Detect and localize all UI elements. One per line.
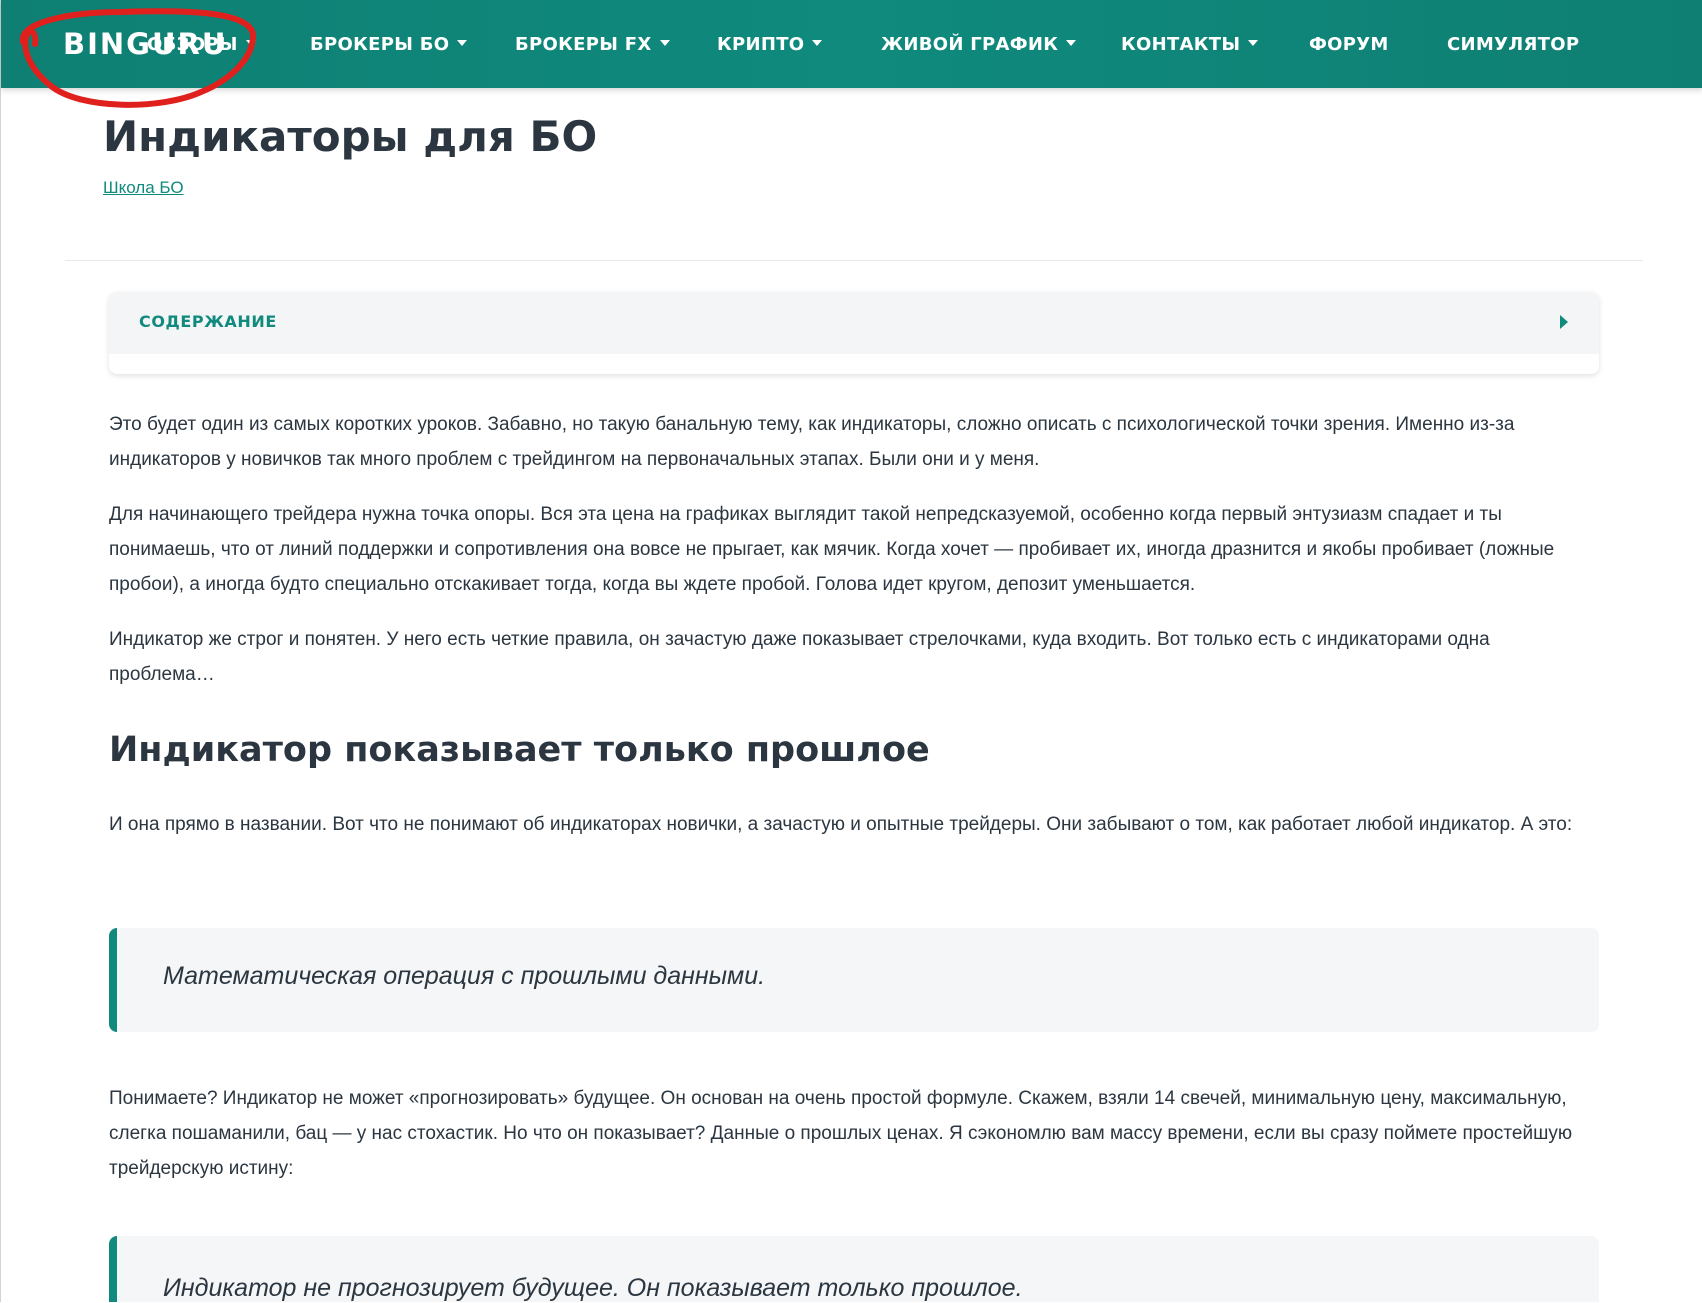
nav-item-reviews[interactable]: ОБЗОРЫ	[147, 34, 256, 55]
nav-item-label: КРИПТО	[717, 34, 805, 55]
article-paragraph: Для начинающего трейдера нужна точка опо…	[109, 504, 1555, 595]
nav-item-simulator[interactable]: СИМУЛЯТОР	[1447, 34, 1579, 55]
breadcrumb-link[interactable]: Школа БО	[103, 178, 184, 198]
blockquote: Индикатор не прогнозирует будущее. Он по…	[109, 1236, 1599, 1302]
nav-item-contacts[interactable]: КОНТАКТЫ	[1121, 34, 1259, 55]
blockquote: Математическая операция с прошлыми данны…	[109, 928, 1599, 1032]
blockquote-text: Индикатор не прогнозирует будущее. Он по…	[163, 1274, 1023, 1302]
section-heading: Индикатор показывает только прошлое	[109, 730, 930, 770]
nav-item-label: ФОРУМ	[1309, 34, 1389, 55]
nav-item-label: БРОКЕРЫ БО	[310, 34, 450, 55]
article-paragraph: Индикатор же строг и понятен. У него ест…	[109, 629, 1490, 685]
chevron-down-icon	[659, 40, 670, 46]
divider	[65, 260, 1643, 261]
nav-item-crypto[interactable]: КРИПТО	[717, 34, 823, 55]
nav-item-bo-brokers[interactable]: БРОКЕРЫ БО	[310, 34, 468, 55]
nav-item-label: ОБЗОРЫ	[147, 34, 238, 55]
nav-item-label: КОНТАКТЫ	[1121, 34, 1241, 55]
toc-title: СОДЕРЖАНИЕ	[139, 312, 277, 331]
chevron-down-icon	[1248, 40, 1259, 46]
nav-item-forum[interactable]: ФОРУМ	[1309, 34, 1389, 55]
table-of-contents[interactable]: СОДЕРЖАНИЕ	[109, 292, 1599, 374]
top-navigation-bar: BINGURU ОБЗОРЫ БРОКЕРЫ БО БРОКЕРЫ FX КРИ…	[1, 0, 1702, 88]
chevron-down-icon	[812, 40, 823, 46]
nav-item-label: БРОКЕРЫ FX	[515, 34, 652, 55]
nav-item-fx-brokers[interactable]: БРОКЕРЫ FX	[515, 34, 670, 55]
nav-item-label: ЖИВОЙ ГРАФИК	[881, 34, 1059, 55]
nav-item-live-chart[interactable]: ЖИВОЙ ГРАФИК	[881, 34, 1077, 55]
nav-item-label: СИМУЛЯТОР	[1447, 34, 1580, 55]
chevron-down-icon	[1066, 40, 1077, 46]
article-paragraph: Это будет один из самых коротких уроков.…	[109, 414, 1515, 470]
article-paragraph: Понимаете? Индикатор не может «прогнозир…	[109, 1088, 1573, 1179]
chevron-right-icon[interactable]	[1559, 314, 1569, 330]
chevron-down-icon	[245, 40, 256, 46]
blockquote-text: Математическая операция с прошлыми данны…	[163, 962, 766, 990]
article-paragraph: И она прямо в названии. Вот что не поним…	[109, 814, 1573, 835]
chevron-down-icon	[457, 40, 468, 46]
page-title: Индикаторы для БО	[103, 112, 598, 161]
